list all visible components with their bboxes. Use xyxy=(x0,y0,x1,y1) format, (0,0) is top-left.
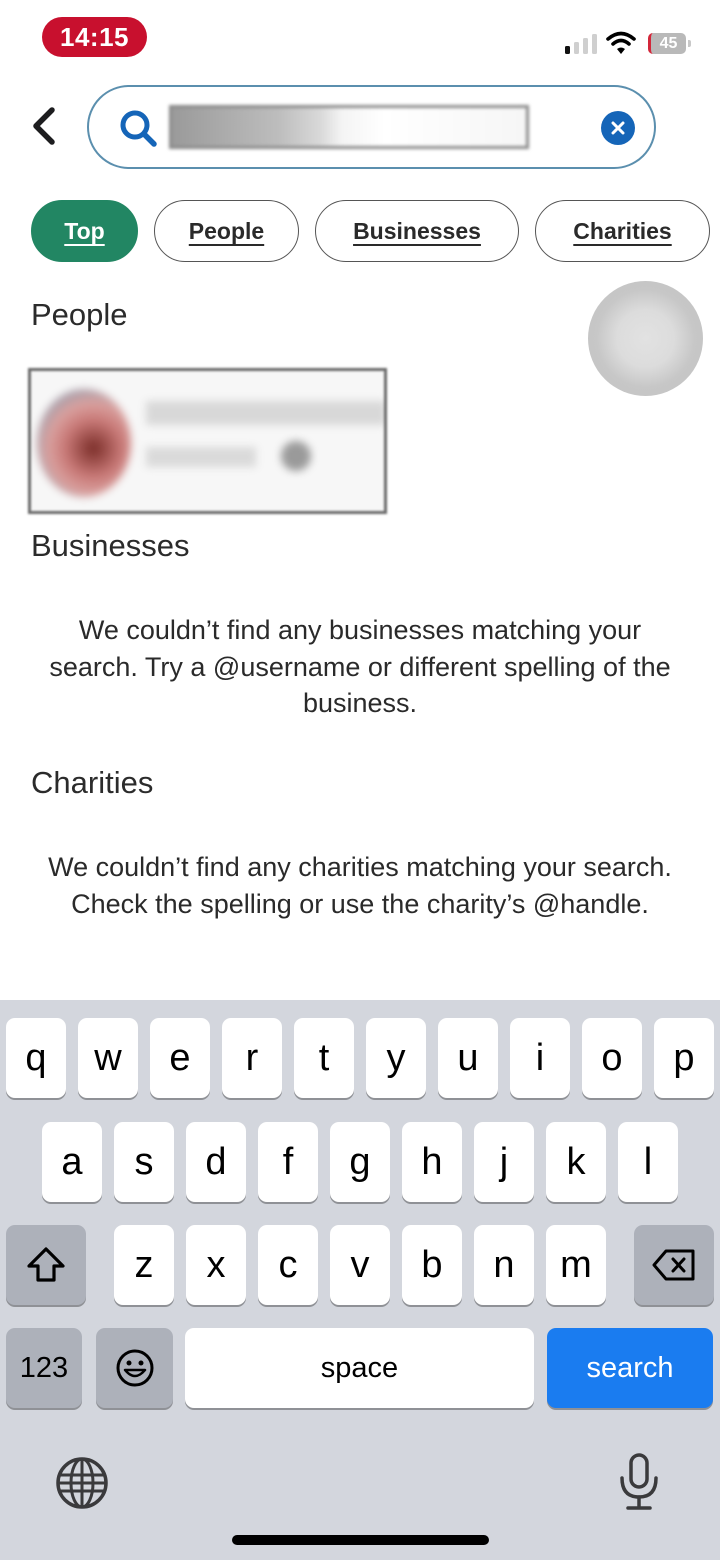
delete-key[interactable] xyxy=(634,1225,714,1305)
key-q[interactable]: q xyxy=(6,1018,66,1098)
key-y[interactable]: y xyxy=(366,1018,426,1098)
microphone-icon[interactable] xyxy=(617,1452,661,1512)
battery-charging-icon: 45 xyxy=(648,33,686,54)
key-x[interactable]: x xyxy=(186,1225,246,1305)
key-g[interactable]: g xyxy=(330,1122,390,1202)
status-bar: 14:15 45 xyxy=(0,0,720,78)
key-u[interactable]: u xyxy=(438,1018,498,1098)
key-w[interactable]: w xyxy=(78,1018,138,1098)
tab-charities[interactable]: Charities xyxy=(535,200,710,262)
tab-label: Top xyxy=(64,217,105,244)
person-handle: [redacted] xyxy=(146,447,256,467)
section-title-charities: Charities xyxy=(31,765,154,800)
battery-tip xyxy=(688,40,691,47)
key-i[interactable]: i xyxy=(510,1018,570,1098)
key-v[interactable]: v xyxy=(330,1225,390,1305)
wifi-icon xyxy=(606,31,636,54)
search-icon xyxy=(120,110,157,147)
tab-label: Charities xyxy=(573,217,672,244)
chevron-left-icon xyxy=(33,107,55,145)
businesses-empty-message: We couldn’t find any businesses matching… xyxy=(49,615,671,718)
globe-icon[interactable] xyxy=(55,1456,109,1510)
emoji-smile-icon xyxy=(116,1349,153,1387)
key-o[interactable]: o xyxy=(582,1018,642,1098)
key-f[interactable]: f xyxy=(258,1122,318,1202)
key-d[interactable]: d xyxy=(186,1122,246,1202)
search-key[interactable]: search xyxy=(547,1328,713,1408)
key-z[interactable]: z xyxy=(114,1225,174,1305)
person-name: [redacted] xyxy=(146,401,384,425)
home-indicator[interactable] xyxy=(232,1535,489,1545)
key-h[interactable]: h xyxy=(402,1122,462,1202)
key-k[interactable]: k xyxy=(546,1122,606,1202)
charities-empty-message: We couldn’t find any charities matching … xyxy=(48,852,672,919)
tab-label: People xyxy=(188,217,265,244)
close-icon xyxy=(611,121,625,135)
key-c[interactable]: c xyxy=(258,1225,318,1305)
key-p[interactable]: p xyxy=(654,1018,714,1098)
tab-businesses[interactable]: Businesses xyxy=(315,200,519,262)
space-key[interactable]: space xyxy=(185,1328,534,1408)
section-title-businesses: Businesses xyxy=(31,528,190,563)
key-e[interactable]: e xyxy=(150,1018,210,1098)
key-m[interactable]: m xyxy=(546,1225,606,1305)
shift-key[interactable] xyxy=(6,1225,86,1305)
key-b[interactable]: b xyxy=(402,1225,462,1305)
tab-top[interactable]: Top xyxy=(31,200,138,262)
tab-people[interactable]: People xyxy=(154,200,299,262)
on-screen-keyboard: q w e r t y u i o p a s d f g h j k l z … xyxy=(0,1000,720,1560)
battery-level: 45 xyxy=(659,35,678,52)
key-t[interactable]: t xyxy=(294,1018,354,1098)
avatar xyxy=(37,389,131,497)
emoji-key[interactable] xyxy=(96,1328,173,1408)
tab-label: Businesses xyxy=(353,217,481,244)
search-filter-tabs: Top People Businesses Charities xyxy=(31,200,710,262)
key-r[interactable]: r xyxy=(222,1018,282,1098)
backspace-icon xyxy=(652,1249,695,1281)
search-input[interactable]: [redacted] xyxy=(169,105,529,149)
key-s[interactable]: s xyxy=(114,1122,174,1202)
back-button[interactable] xyxy=(26,104,62,148)
touch-indicator xyxy=(588,281,703,396)
status-time: 14:15 xyxy=(42,17,147,57)
key-a[interactable]: a xyxy=(42,1122,102,1202)
key-l[interactable]: l xyxy=(618,1122,678,1202)
numbers-key[interactable]: 123 xyxy=(6,1328,82,1408)
cellular-signal-icon xyxy=(565,34,599,54)
search-field[interactable]: [redacted] xyxy=(87,85,656,169)
clear-search-button[interactable] xyxy=(601,111,635,145)
section-title-people: People xyxy=(31,297,128,332)
key-j[interactable]: j xyxy=(474,1122,534,1202)
person-result-item[interactable]: [redacted] [redacted] xyxy=(28,368,387,514)
shift-arrow-icon xyxy=(27,1247,65,1282)
verified-badge-icon xyxy=(281,441,311,471)
key-n[interactable]: n xyxy=(474,1225,534,1305)
